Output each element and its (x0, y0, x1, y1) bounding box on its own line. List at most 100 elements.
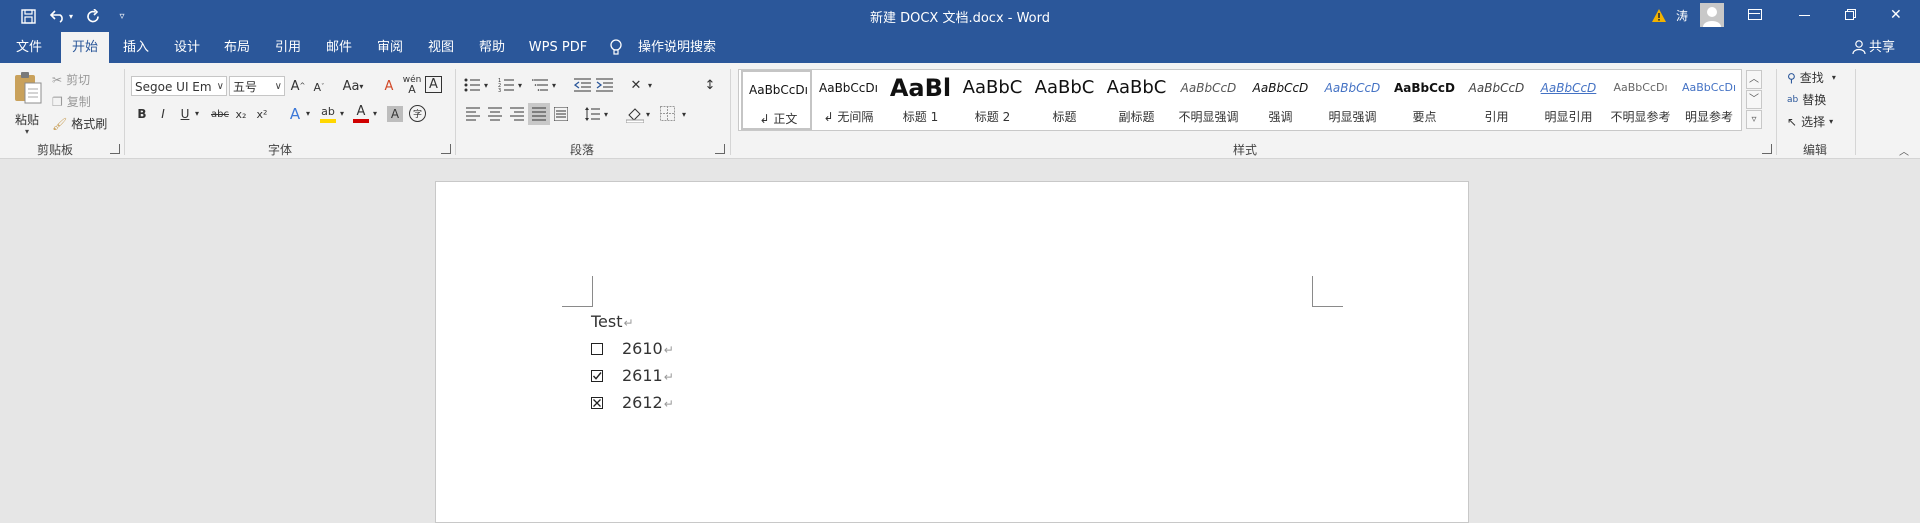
line-spacing-icon[interactable] (584, 106, 600, 122)
tab-review[interactable]: 审阅 (367, 32, 413, 63)
align-right-icon[interactable] (510, 107, 524, 121)
tab-mailings[interactable]: 邮件 (316, 32, 362, 63)
cut-button[interactable]: ✂ 剪切 (52, 71, 90, 88)
styles-scroll-down-icon[interactable]: ﹀ (1746, 90, 1762, 109)
chinese-layout-icon[interactable]: ✕ (626, 77, 646, 93)
highlight-icon[interactable]: ab (319, 103, 337, 125)
styles-more-icon[interactable]: ▿ (1746, 110, 1762, 129)
doc-line-test[interactable]: Test↵ (591, 312, 634, 331)
style-title[interactable]: AaBbC 标题 (1029, 70, 1100, 130)
font-size-combo[interactable]: 五号 ∨ (229, 76, 285, 96)
style-subtle-reference[interactable]: AaBbCcDı 不明显参考 (1605, 70, 1676, 130)
underline-dropdown-icon[interactable]: ▾ (195, 109, 199, 118)
style-intense-emphasis[interactable]: AaBbCcD 明显强调 (1317, 70, 1388, 130)
share-person-icon[interactable] (1852, 40, 1866, 55)
font-launcher-icon[interactable] (441, 144, 451, 154)
paste-icon[interactable] (12, 71, 44, 109)
borders-icon[interactable] (660, 106, 675, 121)
tab-design[interactable]: 设计 (164, 32, 210, 63)
style-intense-quote[interactable]: AaBbCcD 明显引用 (1533, 70, 1604, 130)
clear-formatting-icon[interactable]: A (380, 77, 398, 95)
paste-dropdown-icon[interactable]: ▾ (25, 127, 29, 136)
find-button[interactable]: ⚲ 查找 ▾ (1787, 69, 1836, 86)
enclose-characters-icon[interactable]: 字 (409, 105, 426, 122)
multilevel-dropdown-icon[interactable]: ▾ (552, 81, 556, 90)
font-color-icon[interactable]: A (352, 103, 370, 125)
subscript-icon[interactable]: x₂ (233, 105, 249, 123)
italic-icon[interactable]: I (155, 105, 171, 123)
style-subtle-emphasis[interactable]: AaBbCcD 不明显强调 (1173, 70, 1244, 130)
avatar[interactable] (1700, 3, 1724, 27)
format-painter-button[interactable]: 🖌 格式刷 (52, 115, 107, 132)
restore-icon[interactable] (1845, 9, 1856, 20)
tab-insert[interactable]: 插入 (113, 32, 159, 63)
superscript-icon[interactable]: x² (254, 105, 270, 123)
font-name-combo[interactable]: Segoe UI Em ∨ (131, 76, 227, 96)
collapse-ribbon-icon[interactable]: ︿ (1899, 143, 1909, 158)
lightbulb-icon[interactable] (609, 39, 623, 57)
sort-icon[interactable]: ↕ (702, 77, 718, 93)
paragraph-shading-dropdown-icon[interactable]: ▾ (646, 110, 650, 119)
phonetic-guide-icon[interactable]: wén A (403, 74, 422, 96)
minimize-icon[interactable] (1799, 15, 1810, 16)
bullets-icon[interactable] (464, 77, 480, 93)
paragraph-launcher-icon[interactable] (715, 144, 725, 154)
select-button[interactable]: ↖ 选择 ▾ (1787, 113, 1833, 130)
distributed-icon[interactable] (553, 106, 569, 122)
styles-launcher-icon[interactable] (1762, 144, 1772, 154)
tell-me-search[interactable]: 操作说明搜索 (638, 32, 718, 63)
align-left-icon[interactable] (466, 107, 480, 121)
borders-dropdown-icon[interactable]: ▾ (682, 110, 686, 119)
character-border-icon[interactable]: A (425, 76, 442, 93)
tab-references[interactable]: 引用 (265, 32, 311, 63)
doc-line-checked-checkbox[interactable]: 2611↵ (591, 366, 674, 385)
increase-indent-icon[interactable] (596, 77, 613, 93)
user-name[interactable]: 涛 (1676, 7, 1688, 24)
text-effects-dropdown-icon[interactable]: ▾ (306, 109, 310, 118)
chevron-down-icon[interactable]: ∨ (275, 77, 282, 95)
doc-line-empty-checkbox[interactable]: 2610↵ (591, 339, 674, 358)
justify-icon[interactable] (528, 103, 550, 125)
close-icon[interactable]: ✕ (1890, 8, 1902, 22)
tab-layout[interactable]: 布局 (214, 32, 260, 63)
style-intense-reference[interactable]: AaBbCcDı 明显参考 (1677, 70, 1741, 130)
replace-button[interactable]: ab 替换 (1787, 91, 1826, 108)
style-quote[interactable]: AaBbCcD 引用 (1461, 70, 1532, 130)
character-shading-icon[interactable]: A (387, 106, 403, 122)
font-color-dropdown-icon[interactable]: ▾ (373, 109, 377, 118)
style-subtitle[interactable]: AaBbC 副标题 (1101, 70, 1172, 130)
highlight-dropdown-icon[interactable]: ▾ (340, 109, 344, 118)
chinese-layout-dropdown-icon[interactable]: ▾ (648, 81, 652, 90)
find-dropdown-icon[interactable]: ▾ (1832, 73, 1836, 82)
chevron-down-icon[interactable]: ∨ (217, 77, 224, 95)
tab-help[interactable]: 帮助 (469, 32, 515, 63)
change-case-icon[interactable]: Aa ▾ (339, 77, 367, 95)
tab-wps-pdf[interactable]: WPS PDF (525, 32, 591, 63)
numbering-dropdown-icon[interactable]: ▾ (518, 81, 522, 90)
style-heading-2[interactable]: AaBbC 标题 2 (957, 70, 1028, 130)
line-spacing-dropdown-icon[interactable]: ▾ (604, 110, 608, 119)
share-button[interactable]: 共享 (1869, 32, 1899, 63)
bullets-dropdown-icon[interactable]: ▾ (484, 81, 488, 90)
clipboard-launcher-icon[interactable] (110, 144, 120, 154)
tab-view[interactable]: 视图 (418, 32, 464, 63)
bold-icon[interactable]: B (134, 105, 150, 123)
doc-line-crossed-checkbox[interactable]: 2612↵ (591, 393, 674, 412)
styles-scroll-up-icon[interactable]: ︿ (1746, 70, 1762, 89)
decrease-indent-icon[interactable] (573, 77, 591, 93)
style-no-spacing[interactable]: AaBbCcDı ↲ 无间隔 (813, 70, 884, 130)
select-dropdown-icon[interactable]: ▾ (1829, 117, 1833, 126)
align-center-icon[interactable] (488, 107, 502, 121)
multilevel-list-icon[interactable] (532, 77, 548, 93)
underline-icon[interactable]: U (177, 105, 193, 123)
warning-icon[interactable] (1651, 8, 1667, 24)
strikethrough-icon[interactable]: abc (210, 105, 230, 123)
tab-home[interactable]: 开始 (61, 32, 109, 63)
style-strong[interactable]: AaBbCcD 要点 (1389, 70, 1460, 130)
grow-font-icon[interactable]: A ^ (290, 77, 306, 95)
paste-button[interactable]: 粘贴 (15, 111, 39, 128)
paragraph-shading-icon[interactable] (625, 105, 645, 124)
text-effects-icon[interactable]: A (287, 105, 303, 123)
document-page[interactable]: Test↵ 2610↵ 2611↵ 2612↵ (435, 181, 1469, 523)
style-heading-1[interactable]: AaBl 标题 1 (885, 70, 956, 130)
